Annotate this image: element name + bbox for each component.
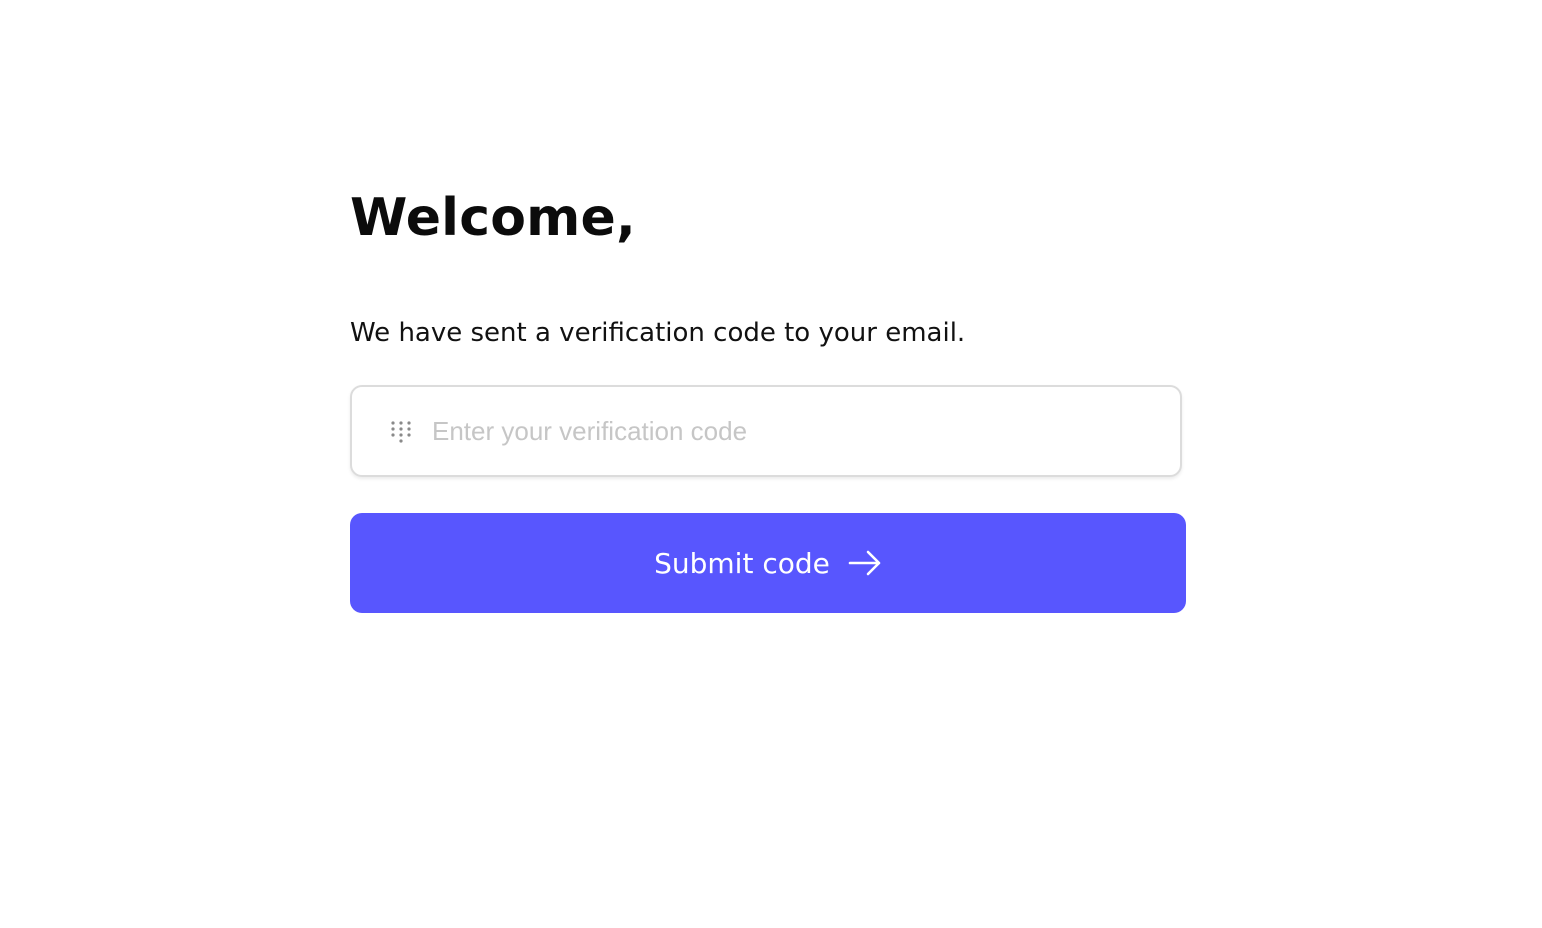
submit-code-label: Submit code (654, 546, 830, 580)
arrow-right-icon (848, 549, 882, 577)
verification-code-input[interactable] (432, 387, 1152, 475)
verification-code-field[interactable] (350, 385, 1182, 477)
page-title: Welcome, (350, 188, 636, 248)
keypad-icon (390, 420, 412, 448)
verification-message: We have sent a verification code to your… (350, 318, 966, 348)
submit-code-button[interactable]: Submit code (350, 513, 1186, 613)
